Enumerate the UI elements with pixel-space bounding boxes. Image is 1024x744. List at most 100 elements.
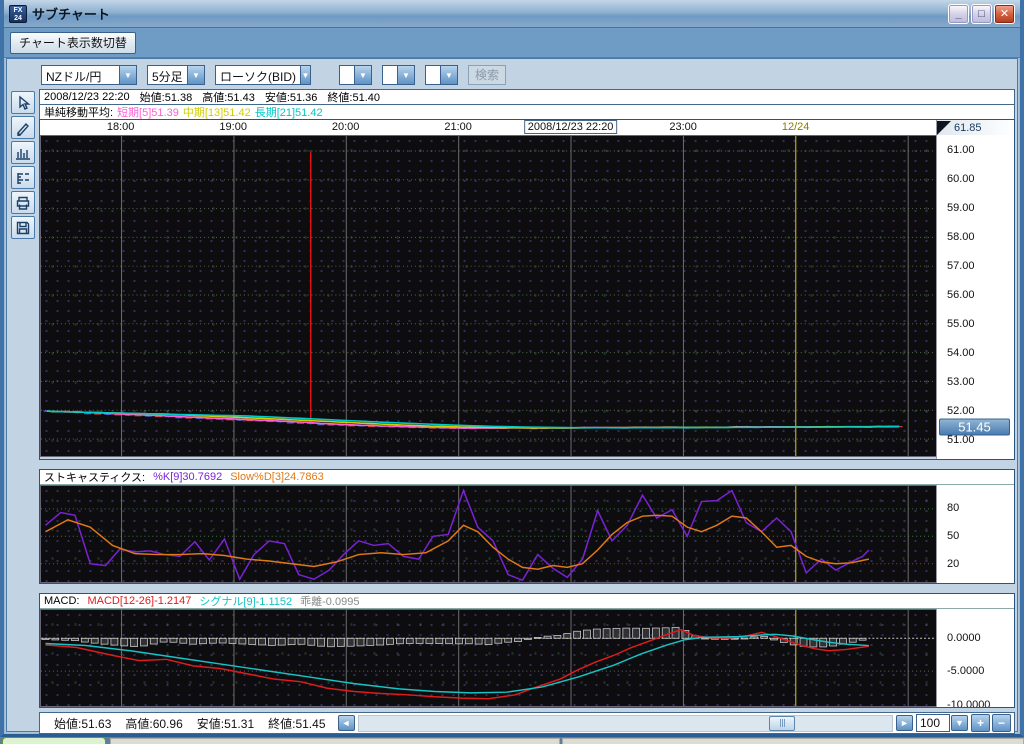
stochastics-d-value: Slow%D[3]24.7863 [230,471,324,483]
sma-mid-value: 中期[13]51.42 [183,104,251,120]
scrollbar-track[interactable] [358,715,894,732]
chevron-down-icon[interactable]: ▼ [440,66,457,84]
stochastics-title: ストキャスティクス: [44,469,145,485]
time-axis-label: 19:00 [219,121,247,133]
drawing-toolbar [9,89,39,734]
session-low: 安値:51.31 [197,715,254,732]
background-gray-bar [562,738,1024,744]
y-tick-label: 5.0000 [947,609,981,610]
price-chart-plot[interactable] [40,135,936,457]
cursor-icon [15,95,31,111]
trendline-tool-button[interactable] [11,116,35,139]
stochastics-header: ストキャスティクス: %K[9]30.7692 Slow%D[3]24.7863 [40,470,1014,485]
y-tick-label: 53.00 [947,376,975,388]
app-icon-text-bottom: 24 [10,15,26,23]
macd-header: MACD: MACD[12-26]-1.2147 シグナル[9]-1.1152 … [40,594,1014,609]
info-low: 安値:51.36 [265,89,318,105]
y-tick-label: 57.00 [947,260,975,272]
subchart-window: FX 24 サブチャート _ □ ✕ チャート表示数切替 NZドル/円 ▼ 5分… [0,0,1024,737]
chart-style-select[interactable]: ローソク(BID) ▼ [215,65,311,85]
macd-signal-value: シグナル[9]-1.1152 [199,593,292,609]
bar-count-dropdown-button[interactable]: ▼ [951,715,968,731]
indicator-value-3 [426,66,440,84]
zoom-out-button[interactable]: − [992,714,1011,732]
sma-long-value: 長期[21]51.42 [255,104,323,120]
info-high: 高値:51.43 [202,89,255,105]
y-tick-label: 52.00 [947,405,975,417]
indicator-select-1[interactable]: ▼ [339,65,372,85]
stochastics-plot[interactable] [40,485,936,583]
main-chart-block: 18:0019:0020:0021:0023:002008/12/23 22:2… [39,119,1015,460]
chevron-down-icon[interactable]: ▼ [187,66,204,84]
stochastics-block: ストキャスティクス: %K[9]30.7692 Slow%D[3]24.7863… [39,469,1015,584]
macd-plot[interactable] [40,609,936,707]
title-bar: FX 24 サブチャート _ □ ✕ [4,0,1020,28]
currency-pair-select[interactable]: NZドル/円 ▼ [41,65,137,85]
session-high: 高値:60.96 [125,715,182,732]
indicator-select-3[interactable]: ▼ [425,65,458,85]
info-close: 終値:51.40 [327,89,380,105]
y-tick-label: 0.0000 [947,632,981,644]
print-tool-button[interactable] [11,191,35,214]
macd-title: MACD: [44,595,79,607]
y-tick-label: 55.00 [947,318,975,330]
sma-info-line: 単純移動平均: 短期[5]51.39 中期[13]51.42 長期[21]51.… [39,104,1015,119]
tracker-datetime-label: 2008/12/23 22:20 [524,120,618,134]
stochastics-k-value: %K[9]30.7692 [153,471,222,483]
chart-count-toggle-button[interactable]: チャート表示数切替 [10,32,136,54]
info-open: 始値:51.38 [140,89,193,105]
macd-block: MACD: MACD[12-26]-1.2147 シグナル[9]-1.1152 … [39,593,1015,708]
time-axis-label: 20:00 [332,121,360,133]
chevron-down-icon[interactable]: ▼ [300,66,310,84]
bar-count-field[interactable]: 100 [916,714,950,732]
window-title: サブチャート [32,4,110,23]
macd-divergence-value: 乖離-0.0995 [300,593,359,609]
printer-icon [15,195,31,211]
y-tick-label: 54.00 [947,347,975,359]
minimize-button[interactable]: _ [948,4,969,24]
y-tick-label: 51.00 [947,434,975,446]
zoom-in-button[interactable]: + [971,714,990,732]
scroll-right-button[interactable]: ► [896,715,913,731]
scale-high-value: 61.85 [954,122,982,134]
y-tick-label: 61.00 [947,144,975,156]
y-tick-label: 58.00 [947,231,975,243]
close-button[interactable]: ✕ [994,4,1015,24]
marker-wedge-icon [937,121,951,135]
stochastics-axis: 805020 [936,485,1014,583]
timeframe-select[interactable]: 5分足 ▼ [147,65,205,85]
scale-tool-button[interactable] [11,166,35,189]
app-icon: FX 24 [9,5,27,23]
background-green-tab [2,737,106,744]
scrollbar-thumb[interactable] [769,716,795,731]
save-chart-tool-button[interactable] [11,216,35,239]
session-close: 終値:51.45 [268,715,325,732]
ohlc-info-line: 2008/12/23 22:20 始値:51.38 高値:51.43 安値:51… [39,89,1015,104]
y-tick-label: 50 [947,530,959,542]
y-tick-label: -5.0000 [947,665,984,677]
app-icon-text-top: FX [10,7,26,15]
chart-type-tool-button[interactable] [11,141,35,164]
chevron-down-icon[interactable]: ▼ [397,66,414,84]
menu-band: チャート表示数切替 [4,28,1020,58]
y-tick-label: 20 [947,558,959,570]
scroll-left-button[interactable]: ◄ [338,715,355,731]
content-area: NZドル/円 ▼ 5分足 ▼ ローソク(BID) ▼ ▼ ▼ ▼ [6,58,1018,732]
chevron-down-icon[interactable]: ▼ [119,66,136,84]
background-windows-strip [0,737,1024,744]
time-axis-label: 21:00 [444,121,472,133]
pencil-icon [15,120,31,136]
select-tool-button[interactable] [11,91,35,114]
indicator-value-2 [383,66,397,84]
chart-style-value: ローソク(BID) [216,66,300,84]
session-open: 始値:51.63 [54,715,111,732]
indicator-select-2[interactable]: ▼ [382,65,415,85]
save-icon [15,220,31,236]
info-datetime: 2008/12/23 22:20 [44,91,130,103]
search-button[interactable]: 検索 [468,65,506,85]
maximize-button[interactable]: □ [971,4,992,24]
current-price-badge: 51.45 [939,418,1010,435]
ruler-icon [15,170,31,186]
chevron-down-icon[interactable]: ▼ [354,66,371,84]
scale-high-marker: 61.85 [937,120,1014,135]
